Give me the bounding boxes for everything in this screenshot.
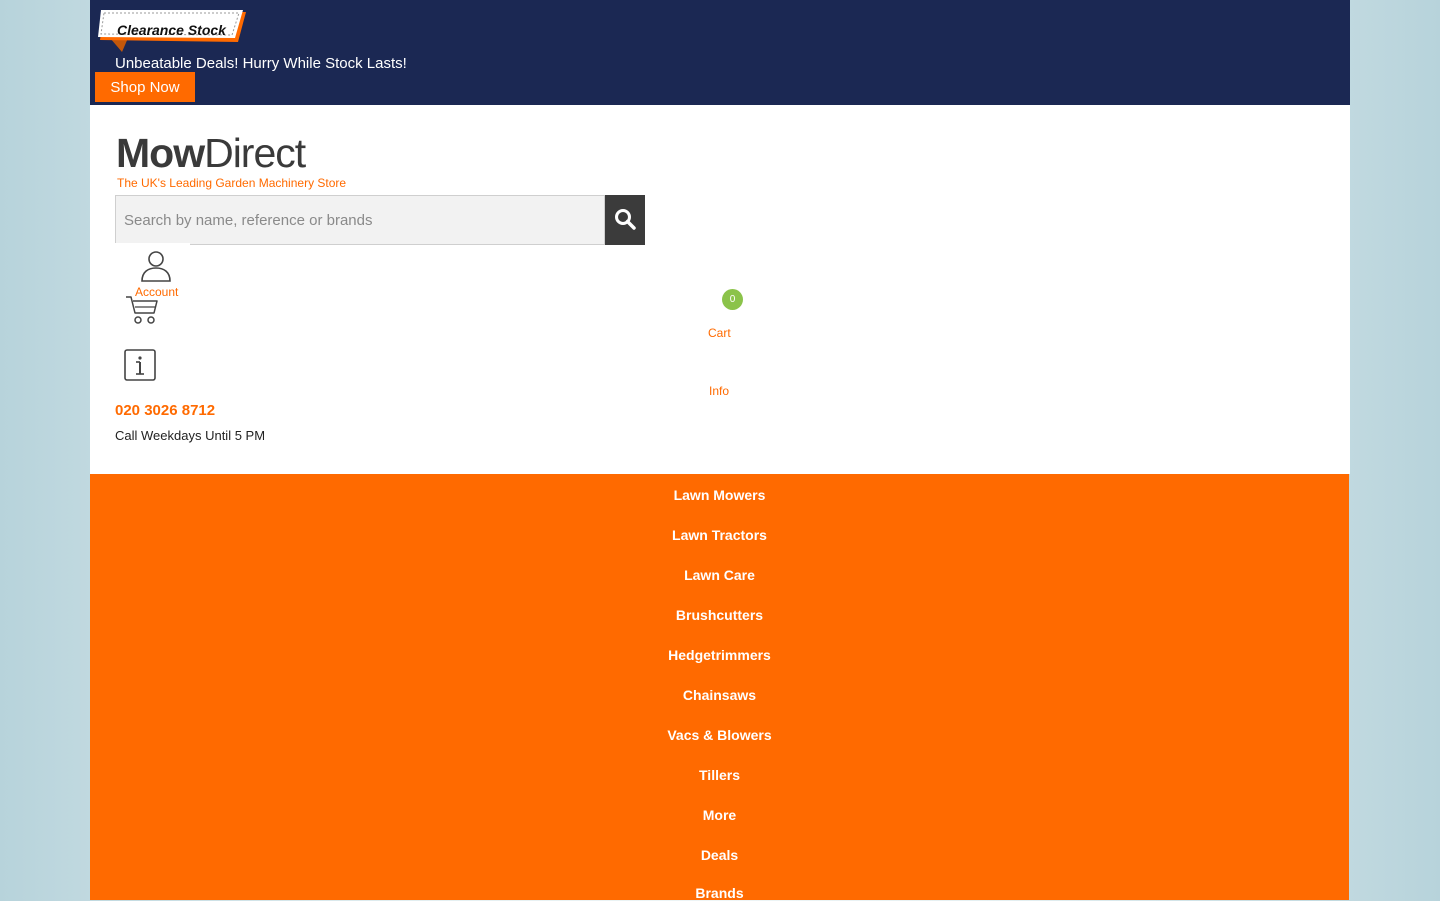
user-icon <box>140 249 172 288</box>
search-bar <box>115 195 645 245</box>
nav-item-lawn-mowers[interactable]: Lawn Mowers <box>90 487 1349 503</box>
nav-item-lawn-tractors[interactable]: Lawn Tractors <box>90 527 1349 543</box>
site-header: MowDirect The UK's Leading Garden Machin… <box>90 105 1350 474</box>
search-button[interactable] <box>605 195 645 245</box>
nav-item-chainsaws[interactable]: Chainsaws <box>90 687 1349 703</box>
clearance-tag-label: Clearance Stock <box>117 22 226 38</box>
nav-item-tillers[interactable]: Tillers <box>90 767 1349 783</box>
page: Clearance Stock Unbeatable Deals! Hurry … <box>90 0 1350 901</box>
shop-now-button[interactable]: Shop Now <box>95 72 195 102</box>
cart-label[interactable]: Cart <box>708 326 731 340</box>
nav-item-brushcutters[interactable]: Brushcutters <box>90 607 1349 623</box>
phone-hours: Call Weekdays Until 5 PM <box>115 428 266 443</box>
info-label[interactable]: Info <box>709 384 729 398</box>
logo-wordmark: MowDirect <box>116 130 306 176</box>
mowdirect-logo[interactable]: MowDirect The UK's Leading Garden Machin… <box>116 131 356 191</box>
nav-item-lawn-care[interactable]: Lawn Care <box>90 567 1349 583</box>
clearance-tag: Clearance Stock <box>98 8 246 52</box>
nav-item-brands[interactable]: Brands <box>90 885 1349 901</box>
nav-item-more[interactable]: More <box>90 807 1349 823</box>
logo-tagline: The UK's Leading Garden Machinery Store <box>117 176 347 190</box>
cart-count-badge: 0 <box>722 289 743 310</box>
nav-item-deals[interactable]: Deals <box>90 847 1349 863</box>
main-navigation: Lawn Mowers Lawn Tractors Lawn Care Brus… <box>90 474 1349 901</box>
promo-banner: Clearance Stock Unbeatable Deals! Hurry … <box>90 0 1350 105</box>
banner-headline: Unbeatable Deals! Hurry While Stock Last… <box>115 55 407 72</box>
search-icon <box>614 208 636 233</box>
account-link[interactable]: Account <box>115 243 190 299</box>
nav-item-vacs-blowers[interactable]: Vacs & Blowers <box>90 727 1349 743</box>
phone-number[interactable]: 020 3026 8712 <box>115 402 215 419</box>
nav-item-hedgetrimmers[interactable]: Hedgetrimmers <box>90 647 1349 663</box>
cart-icon[interactable] <box>125 295 159 330</box>
search-input[interactable] <box>115 195 605 245</box>
info-icon[interactable] <box>124 349 156 386</box>
